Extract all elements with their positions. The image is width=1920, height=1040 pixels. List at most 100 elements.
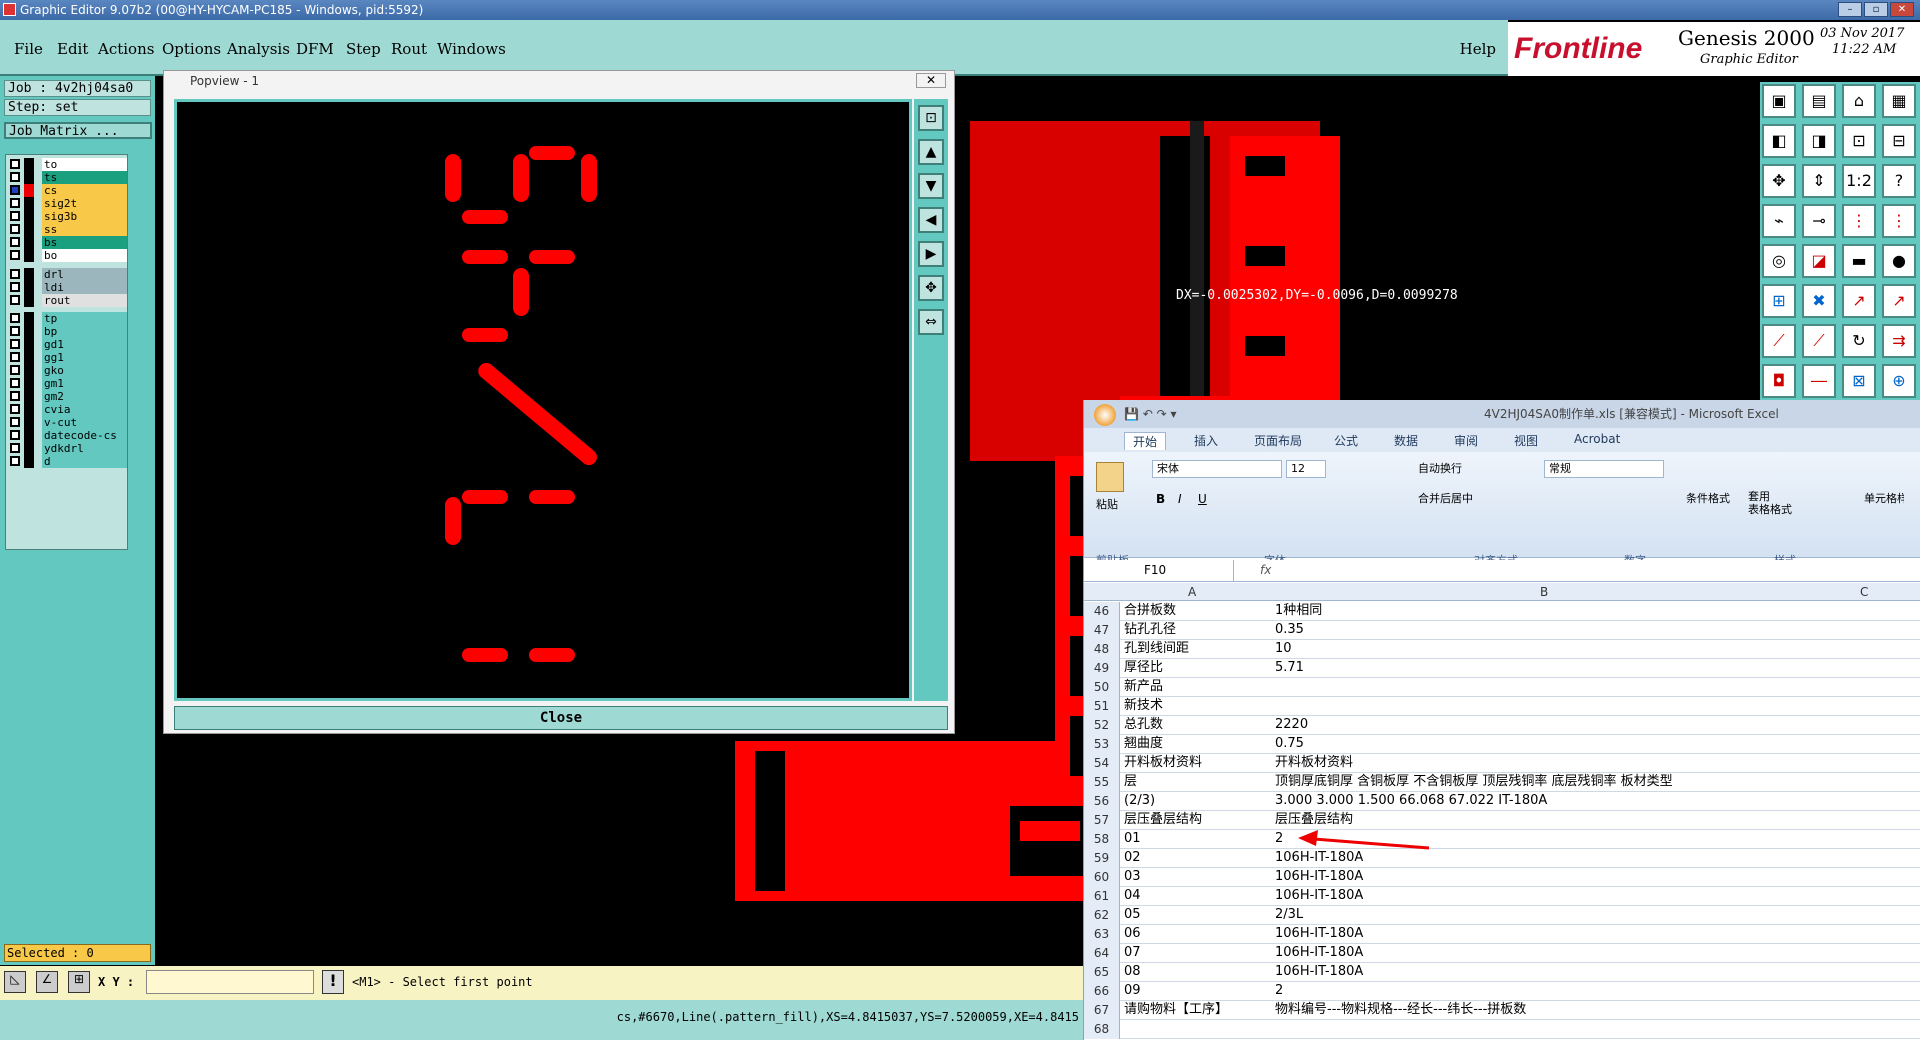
cell-a[interactable]: 02	[1124, 849, 1271, 867]
row-number[interactable]: 55	[1084, 773, 1120, 792]
tool-icon-17[interactable]: ◎	[1762, 244, 1796, 278]
layer-name[interactable]: d	[42, 455, 127, 468]
menu-windows[interactable]: Windows	[437, 40, 506, 58]
layer-checkbox[interactable]	[10, 339, 20, 349]
sheet-row[interactable]: 51 新技术	[1084, 697, 1920, 716]
sheet-row[interactable]: 66 09 2	[1084, 982, 1920, 1001]
pv-down-icon[interactable]: ▼	[918, 173, 944, 199]
layer-checkbox[interactable]	[10, 198, 20, 208]
layer-checkbox[interactable]	[10, 313, 20, 323]
layer-checkbox[interactable]	[10, 269, 20, 279]
sheet-row[interactable]: 59 02 106H-IT-180A	[1084, 849, 1920, 868]
wrap-text-button[interactable]: 自动换行	[1418, 460, 1462, 476]
cell-a[interactable]: 总孔数	[1124, 716, 1271, 734]
row-number[interactable]: 57	[1084, 811, 1120, 830]
cell-a[interactable]: 新技术	[1124, 697, 1271, 715]
menu-options[interactable]: Options	[162, 40, 221, 58]
pv-fit-icon[interactable]: ✥	[918, 275, 944, 301]
snap-icon[interactable]: ◺	[4, 971, 26, 993]
cell-b[interactable]: 10	[1275, 640, 1855, 658]
cell-b[interactable]: 顶铜厚底铜厚 含铜板厚 不含铜板厚 顶层残铜率 底层残铜率 板材类型	[1275, 773, 1855, 791]
cell-b[interactable]: 层压叠层结构	[1275, 811, 1855, 829]
cell-b[interactable]: 2/3L	[1275, 906, 1855, 924]
sheet-row[interactable]: 53 翘曲度 0.75	[1084, 735, 1920, 754]
cell-b[interactable]: 106H-IT-180A	[1275, 868, 1855, 886]
layer-checkbox[interactable]	[10, 430, 20, 440]
row-number[interactable]: 66	[1084, 982, 1120, 1001]
cell-a[interactable]: 09	[1124, 982, 1271, 1000]
sheet-row[interactable]: 64 07 106H-IT-180A	[1084, 944, 1920, 963]
cell-a[interactable]: (2/3)	[1124, 792, 1271, 810]
col-c-header[interactable]: C	[1860, 585, 1868, 599]
tool-icon-20[interactable]: ●	[1882, 244, 1916, 278]
col-a-header[interactable]: A	[1188, 585, 1196, 599]
layer-checkbox[interactable]	[10, 172, 20, 182]
cell-b[interactable]: 106H-IT-180A	[1275, 963, 1855, 981]
tool-icon-30[interactable]: ―	[1802, 364, 1836, 398]
home-icon[interactable]: ⌂	[1842, 84, 1876, 118]
row-number[interactable]: 58	[1084, 830, 1120, 849]
layer-row-bo[interactable]: bo	[6, 248, 129, 263]
sheet-row[interactable]: 63 06 106H-IT-180A	[1084, 925, 1920, 944]
cell-a[interactable]: 开料板材资料	[1124, 754, 1271, 772]
tool-icon-32[interactable]: ⊕	[1882, 364, 1916, 398]
menu-file[interactable]: File	[14, 40, 43, 58]
pv-left-icon[interactable]: ◀	[918, 207, 944, 233]
qat-icons[interactable]: 💾 ↶ ↷ ▾	[1124, 400, 1177, 428]
pv-pan-icon[interactable]: ⇔	[918, 309, 944, 335]
layer-checkbox[interactable]	[10, 404, 20, 414]
cell-b[interactable]: 3.000 3.000 1.500 66.068 67.022 IT-180A	[1275, 792, 1855, 810]
row-number[interactable]: 51	[1084, 697, 1120, 716]
layer-checkbox[interactable]	[10, 326, 20, 336]
cell-a[interactable]: 翘曲度	[1124, 735, 1271, 753]
cell-a[interactable]: 层	[1124, 773, 1271, 791]
cell-a[interactable]: 04	[1124, 887, 1271, 905]
name-box[interactable]: F10	[1084, 560, 1234, 581]
pv-right-icon[interactable]: ▶	[918, 241, 944, 267]
popview-screen[interactable]	[174, 99, 912, 701]
row-number[interactable]: 56	[1084, 792, 1120, 811]
menu-analysis[interactable]: Analysis	[227, 40, 290, 58]
tool-icon-26[interactable]: ⟋	[1802, 324, 1836, 358]
cell-b[interactable]: 开料板材资料	[1275, 754, 1855, 772]
tool-icon-29[interactable]: ◘	[1762, 364, 1796, 398]
layer-checkbox[interactable]	[10, 224, 20, 234]
tool-icon-2[interactable]: ▤	[1802, 84, 1836, 118]
cell-a[interactable]: 厚径比	[1124, 659, 1271, 677]
sheet-row[interactable]: 57 层压叠层结构 层压叠层结构	[1084, 811, 1920, 830]
row-number[interactable]: 52	[1084, 716, 1120, 735]
layer-checkbox[interactable]	[10, 237, 20, 247]
layer-checkbox[interactable]	[10, 378, 20, 388]
row-number[interactable]: 65	[1084, 963, 1120, 982]
row-number[interactable]: 67	[1084, 1001, 1120, 1020]
formula-input[interactable]	[1284, 561, 1914, 580]
layer-checkbox[interactable]	[10, 443, 20, 453]
tool-icon-28[interactable]: ⇉	[1882, 324, 1916, 358]
row-number[interactable]: 62	[1084, 906, 1120, 925]
tab-view[interactable]: 视图	[1514, 432, 1538, 449]
layer-checkbox[interactable]	[10, 417, 20, 427]
layer-name[interactable]: bo	[42, 249, 127, 262]
cell-a[interactable]: 新产品	[1124, 678, 1271, 696]
layer-checkbox[interactable]	[10, 456, 20, 466]
help-icon[interactable]: ?	[1882, 164, 1916, 198]
tool-icon-25[interactable]: ⟋	[1762, 324, 1796, 358]
cell-a[interactable]: 合拼板数	[1124, 602, 1271, 620]
sheet-row[interactable]: 52 总孔数 2220	[1084, 716, 1920, 735]
sheet-row[interactable]: 46 合拼板数 1种相同	[1084, 602, 1920, 621]
tab-insert[interactable]: 插入	[1194, 432, 1218, 449]
tool-icon-14[interactable]: ⊸	[1802, 204, 1836, 238]
tool-icon-1[interactable]: ▣	[1762, 84, 1796, 118]
cell-a[interactable]: 08	[1124, 963, 1271, 981]
tool-icon-5[interactable]: ◧	[1762, 124, 1796, 158]
grid-icon[interactable]: ⊞	[68, 971, 90, 993]
sheet-row[interactable]: 61 04 106H-IT-180A	[1084, 887, 1920, 906]
tool-icon-21[interactable]: ⊞	[1762, 284, 1796, 318]
tool-icon-19[interactable]: ▬	[1842, 244, 1876, 278]
row-number[interactable]: 50	[1084, 678, 1120, 697]
row-number[interactable]: 63	[1084, 925, 1120, 944]
row-number[interactable]: 54	[1084, 754, 1120, 773]
number-format-select[interactable]: 常规	[1544, 460, 1664, 478]
sheet-row[interactable]: 47 钻孔孔径 0.35	[1084, 621, 1920, 640]
tab-formulas[interactable]: 公式	[1334, 432, 1358, 449]
